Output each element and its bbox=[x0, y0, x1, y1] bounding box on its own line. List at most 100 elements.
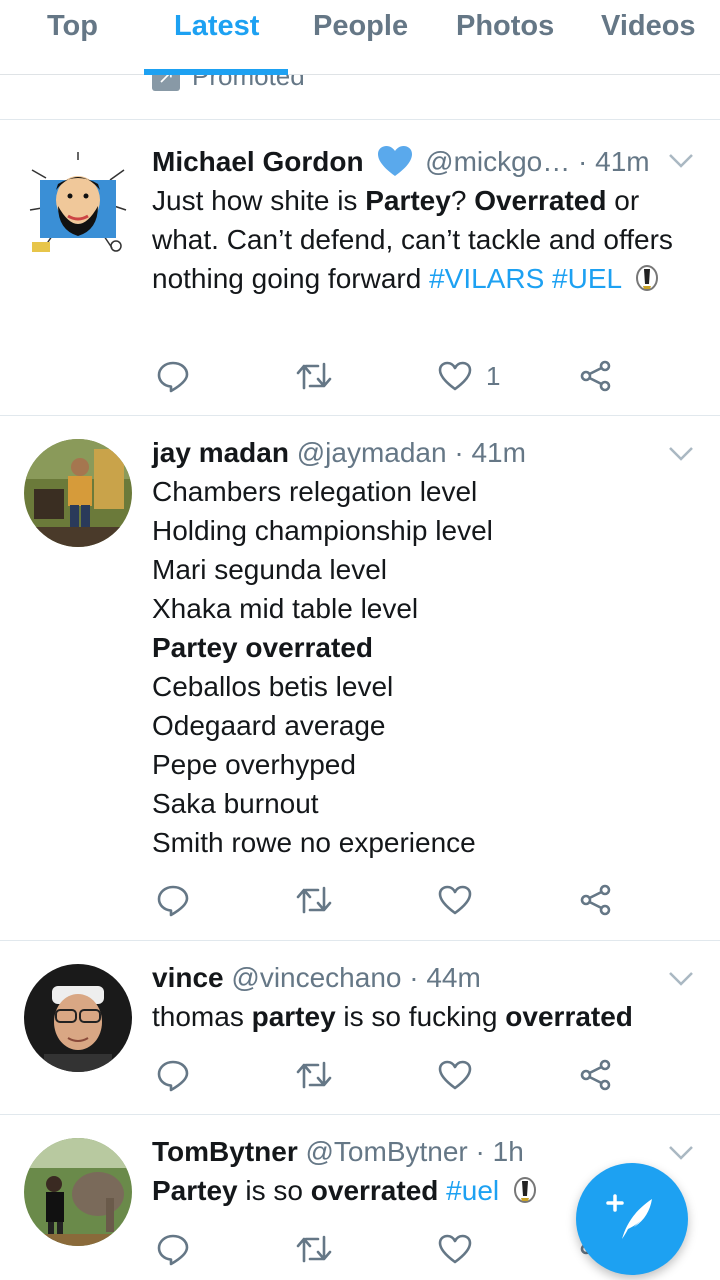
like-button[interactable] bbox=[438, 1229, 472, 1269]
retweet-icon bbox=[296, 362, 332, 390]
bold-segment: overrated bbox=[505, 1001, 633, 1032]
author-name[interactable]: jay madan bbox=[152, 437, 289, 468]
text-line: Xhaka mid table level bbox=[152, 593, 419, 624]
like-button[interactable] bbox=[438, 1055, 472, 1095]
reply-icon bbox=[157, 885, 189, 917]
share-icon bbox=[580, 884, 611, 916]
tweet-header: jay madan @jaymadan · 41m bbox=[152, 433, 526, 473]
tweet-text: Chambers relegation level Holding champi… bbox=[152, 472, 692, 862]
bold-segment: Partey bbox=[365, 185, 451, 216]
tweet-actions bbox=[152, 1055, 672, 1095]
text-line: Odegaard average bbox=[152, 710, 386, 741]
tab-videos[interactable]: Videos bbox=[601, 10, 696, 43]
like-count: 1 bbox=[486, 360, 501, 391]
separator-dot: · bbox=[409, 962, 419, 993]
tweet-time: 1h bbox=[492, 1136, 524, 1167]
tweet[interactable]: jay madan @jaymadan · 41m Chambers releg… bbox=[0, 416, 720, 941]
tweet-header: vince @vincechano · 44m bbox=[152, 958, 481, 998]
text-line: Pepe overhyped bbox=[152, 749, 356, 780]
separator-dot: · bbox=[578, 146, 588, 177]
share-button[interactable] bbox=[580, 880, 612, 920]
europa-league-trophy-icon bbox=[635, 263, 659, 302]
tab-photos[interactable]: Photos bbox=[456, 10, 554, 43]
text-segment bbox=[438, 1175, 446, 1206]
promoted-label: Promoted bbox=[192, 75, 305, 91]
share-icon bbox=[580, 1059, 611, 1091]
chevron-down-icon[interactable] bbox=[668, 970, 694, 988]
reply-icon bbox=[157, 361, 189, 393]
like-button[interactable]: 1 bbox=[438, 356, 500, 396]
separator-dot: · bbox=[454, 437, 464, 468]
avatar[interactable] bbox=[24, 439, 132, 547]
share-icon bbox=[580, 360, 611, 392]
tweet-text: thomas partey is so fucking overrated bbox=[152, 997, 712, 1036]
text-line: Chambers relegation level bbox=[152, 476, 478, 507]
bold-segment: Overrated bbox=[474, 185, 607, 216]
text-segment bbox=[544, 263, 552, 294]
bold-segment: Partey bbox=[152, 1175, 238, 1206]
text-segment: is so bbox=[237, 1175, 311, 1206]
reply-icon bbox=[157, 1060, 189, 1092]
tweet[interactable]: Michael Gordon @mickgo… · 41m Just how s… bbox=[0, 120, 720, 416]
tweet-time: 41m bbox=[595, 146, 650, 177]
tweet-time: 41m bbox=[471, 437, 526, 468]
bold-segment: partey bbox=[251, 1001, 336, 1032]
retweet-button[interactable] bbox=[296, 1229, 332, 1269]
text-segment: ? bbox=[450, 185, 475, 216]
text-line: Smith rowe no experience bbox=[152, 827, 476, 858]
tweet[interactable]: vince @vincechano · 44m thomas partey is… bbox=[0, 941, 720, 1115]
tab-top[interactable]: Top bbox=[47, 10, 98, 43]
hashtag-link[interactable]: #UEL bbox=[552, 263, 621, 294]
author-name[interactable]: vince bbox=[152, 962, 224, 993]
retweet-button[interactable] bbox=[296, 356, 332, 396]
like-button[interactable] bbox=[438, 880, 472, 920]
author-name[interactable]: Michael Gordon bbox=[152, 146, 364, 177]
reply-button[interactable] bbox=[156, 880, 190, 920]
reply-button[interactable] bbox=[156, 1055, 190, 1095]
retweet-icon bbox=[296, 1235, 332, 1263]
tweet-time: 44m bbox=[426, 962, 481, 993]
separator-dot: · bbox=[475, 1136, 485, 1167]
europa-league-trophy-icon bbox=[513, 1175, 537, 1214]
text-line: Holding championship level bbox=[152, 515, 493, 546]
reply-icon bbox=[157, 1234, 189, 1266]
text-line: Saka burnout bbox=[152, 788, 319, 819]
search-tabs: Top Latest People Photos Videos bbox=[0, 0, 720, 75]
share-button[interactable] bbox=[580, 356, 612, 396]
promoted-row[interactable]: ↗ Promoted bbox=[0, 75, 720, 120]
chevron-down-icon[interactable] bbox=[668, 152, 694, 170]
bold-segment: overrated bbox=[310, 1175, 439, 1206]
share-button[interactable] bbox=[580, 1055, 612, 1095]
bold-text-line: Partey overrated bbox=[152, 632, 374, 663]
reply-button[interactable] bbox=[156, 356, 190, 396]
compose-tweet-icon bbox=[606, 1194, 652, 1239]
author-name[interactable]: TomBytner bbox=[152, 1136, 298, 1167]
text-line: Ceballos betis level bbox=[152, 671, 394, 702]
tab-people[interactable]: People bbox=[313, 10, 408, 43]
retweet-button[interactable] bbox=[296, 880, 332, 920]
tweet-header: Michael Gordon @mickgo… · 41m bbox=[152, 142, 650, 182]
reply-button[interactable] bbox=[156, 1229, 190, 1269]
avatar[interactable] bbox=[24, 964, 132, 1072]
tweet-header: TomBytner @TomBytner · 1h bbox=[152, 1132, 524, 1172]
compose-tweet-button[interactable] bbox=[576, 1163, 688, 1275]
hashtag-link[interactable]: #VILARS bbox=[429, 263, 544, 294]
chevron-down-icon[interactable] bbox=[668, 1144, 694, 1162]
tweet-actions bbox=[152, 880, 672, 920]
text-line: Mari segunda level bbox=[152, 554, 388, 585]
retweet-button[interactable] bbox=[296, 1055, 332, 1095]
chevron-down-icon[interactable] bbox=[668, 445, 694, 463]
author-handle[interactable]: @mickgo… bbox=[425, 146, 570, 177]
tweet-actions: 1 bbox=[152, 356, 672, 396]
author-handle[interactable]: @TomBytner bbox=[306, 1136, 468, 1167]
active-tab-indicator bbox=[144, 69, 288, 75]
heart-icon bbox=[438, 885, 472, 915]
hashtag-link[interactable]: #uel bbox=[446, 1175, 499, 1206]
retweet-icon bbox=[296, 886, 332, 914]
promoted-arrow-icon: ↗ bbox=[152, 75, 180, 91]
tab-latest[interactable]: Latest bbox=[174, 10, 259, 43]
avatar[interactable] bbox=[24, 150, 132, 258]
author-handle[interactable]: @jaymadan bbox=[297, 437, 447, 468]
author-handle[interactable]: @vincechano bbox=[231, 962, 401, 993]
avatar[interactable] bbox=[24, 1138, 132, 1246]
